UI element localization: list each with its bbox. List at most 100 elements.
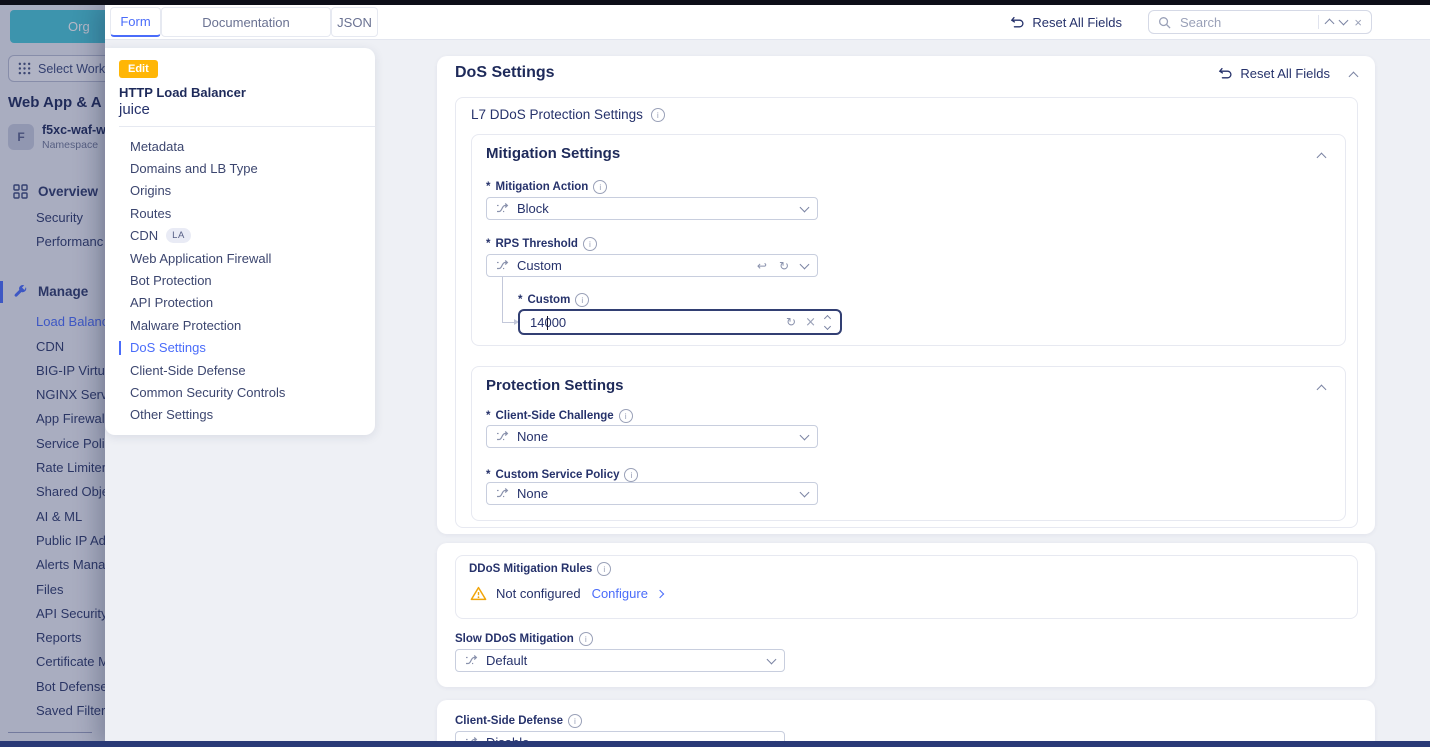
tab-form[interactable]: Form	[110, 7, 161, 37]
sidebar-item-label: Overview	[38, 184, 98, 199]
step-down-icon[interactable]	[824, 322, 831, 329]
custom-service-policy-select[interactable]: None	[486, 482, 818, 505]
sidebar-item-rate-limiter[interactable]: Rate Limiter	[0, 455, 105, 479]
form-nav-item-api-protection[interactable]: API Protection	[105, 292, 375, 314]
sidebar-item-saved-filters[interactable]: Saved Filter	[0, 698, 105, 722]
tab-documentation[interactable]: Documentation	[161, 7, 331, 37]
search-icon	[1158, 16, 1171, 29]
field-label-text: RPS Threshold	[495, 238, 577, 250]
sidebar-item-alerts[interactable]: Alerts Mana	[0, 553, 105, 577]
configure-link[interactable]: Configure	[592, 586, 648, 601]
required-marker: *	[486, 410, 490, 422]
select-workspace-label: Select Works	[38, 62, 105, 76]
info-icon[interactable]: i	[593, 180, 607, 194]
namespace-label: Namespace	[42, 139, 105, 151]
sidebar-item-performance[interactable]: Performanc	[0, 229, 105, 253]
refresh-icon[interactable]: ↻	[786, 315, 796, 329]
mitigation-action-select[interactable]: Block	[486, 197, 818, 220]
sidebar-item-service-policies[interactable]: Service Poli	[0, 431, 105, 455]
card-collapse-icon[interactable]	[1317, 385, 1327, 395]
info-icon[interactable]: i	[651, 108, 665, 122]
form-nav-item-cdn[interactable]: CDN LA	[105, 225, 375, 247]
reset-all-fields-button[interactable]: Reset All Fields	[1010, 15, 1122, 30]
sidebar-item-app-firewall[interactable]: App Firewal	[0, 407, 105, 431]
dos-settings-title: DoS Settings	[455, 64, 555, 82]
ddos-rules-panel: DDoS Mitigation Rules i Not configured C…	[437, 543, 1375, 687]
search-prev-icon[interactable]	[1325, 19, 1335, 29]
form-nav-item-client-side-defense[interactable]: Client-Side Defense	[105, 359, 375, 381]
sidebar-item-certificates[interactable]: Certificate M	[0, 650, 105, 674]
refresh-icon[interactable]: ↻	[779, 259, 789, 273]
form-content: Edit HTTP Load Balancer juice Metadata D…	[105, 39, 1430, 747]
card-collapse-icon[interactable]	[1317, 153, 1327, 163]
sidebar-item-ai-ml[interactable]: AI & ML	[0, 504, 105, 528]
search-input[interactable]	[1178, 14, 1311, 31]
sidebar-item-api-security[interactable]: API Security	[0, 601, 105, 625]
mitigation-action-value: Block	[517, 201, 793, 216]
info-icon[interactable]: i	[597, 562, 611, 576]
namespace-selector[interactable]: F f5xc-waf-w Namespace	[8, 123, 105, 151]
client-side-challenge-value: None	[517, 429, 793, 444]
field-label-text: DDoS Mitigation Rules	[469, 563, 592, 575]
client-side-challenge-select[interactable]: None	[486, 425, 818, 448]
undo-icon[interactable]: ↩	[757, 259, 767, 273]
step-up-icon[interactable]	[824, 314, 831, 321]
slow-ddos-mitigation-label: Slow DDoS Mitigation i	[455, 632, 593, 646]
search-close-icon[interactable]: ×	[1354, 16, 1362, 29]
select-workspace-button[interactable]: Select Works	[8, 55, 105, 82]
custom-rps-input[interactable]: 14000 ↻ ×	[518, 309, 842, 335]
form-nav-label: API Protection	[130, 295, 213, 310]
dos-reset-all-fields-button[interactable]: Reset All Fields	[1218, 66, 1330, 81]
form-nav-item-other-settings[interactable]: Other Settings	[105, 404, 375, 426]
form-nav-item-malware-protection[interactable]: Malware Protection	[105, 314, 375, 336]
sidebar-item-cdn[interactable]: CDN	[0, 334, 105, 358]
form-nav-item-dos-settings[interactable]: DoS Settings	[105, 337, 375, 359]
form-nav-label: CDN	[130, 228, 158, 243]
panel-collapse-icon[interactable]	[1349, 72, 1359, 82]
chevron-down-icon	[800, 487, 810, 497]
info-icon[interactable]: i	[568, 714, 582, 728]
chevron-right-icon[interactable]	[656, 589, 664, 597]
sidebar-item-reports[interactable]: Reports	[0, 625, 105, 649]
sidebar-item-bigip[interactable]: BIG-IP Virtu	[0, 358, 105, 382]
sidebar-item-manage[interactable]: Manage	[0, 278, 105, 306]
tab-json[interactable]: JSON	[331, 7, 378, 37]
sidebar-item-shared-objects[interactable]: Shared Obje	[0, 480, 105, 504]
search-next-icon[interactable]	[1339, 16, 1349, 26]
sidebar-item-label: App Firewal	[36, 411, 105, 426]
sidebar-item-load-balancers[interactable]: Load Balanc	[0, 310, 105, 334]
info-icon[interactable]: i	[624, 468, 638, 482]
info-icon[interactable]: i	[583, 237, 597, 251]
form-nav-item-origins[interactable]: Origins	[105, 180, 375, 202]
slow-ddos-mitigation-select[interactable]: Default	[455, 649, 785, 672]
form-nav-item-domains[interactable]: Domains and LB Type	[105, 157, 375, 179]
form-nav-label: Other Settings	[130, 407, 213, 422]
reset-all-fields-label: Reset All Fields	[1032, 15, 1122, 30]
sidebar-item-label: Reports	[36, 630, 82, 645]
sidebar-item-overview[interactable]: Overview	[0, 177, 105, 205]
form-nav-item-metadata[interactable]: Metadata	[105, 135, 375, 157]
chevron-down-icon	[800, 259, 810, 269]
clear-icon[interactable]: ×	[805, 316, 816, 329]
info-icon[interactable]: i	[579, 632, 593, 646]
workspace-grid-icon	[18, 62, 31, 75]
not-configured-text: Not configured	[496, 586, 581, 601]
rps-threshold-select[interactable]: Custom ↩ ↻	[486, 254, 818, 277]
sidebar-item-label: Rate Limiter	[36, 460, 105, 475]
org-button[interactable]: Org	[10, 10, 105, 43]
info-icon[interactable]: i	[619, 409, 633, 423]
form-nav-item-routes[interactable]: Routes	[105, 202, 375, 224]
sidebar-item-security[interactable]: Security	[0, 205, 105, 229]
form-nav-item-waf[interactable]: Web Application Firewall	[105, 247, 375, 269]
sidebar-item-public-ip[interactable]: Public IP Ad	[0, 528, 105, 552]
edit-mode-badge: Edit	[119, 60, 158, 78]
rps-threshold-value: Custom	[517, 258, 749, 273]
sidebar-item-files[interactable]: Files	[0, 577, 105, 601]
info-icon[interactable]: i	[575, 293, 589, 307]
sidebar-item-bot-defense[interactable]: Bot Defense	[0, 674, 105, 698]
warning-icon	[470, 586, 487, 601]
form-nav-item-bot-protection[interactable]: Bot Protection	[105, 269, 375, 291]
form-nav-item-common-security[interactable]: Common Security Controls	[105, 381, 375, 403]
number-stepper[interactable]	[825, 316, 830, 329]
sidebar-item-nginx[interactable]: NGINX Serv	[0, 382, 105, 406]
